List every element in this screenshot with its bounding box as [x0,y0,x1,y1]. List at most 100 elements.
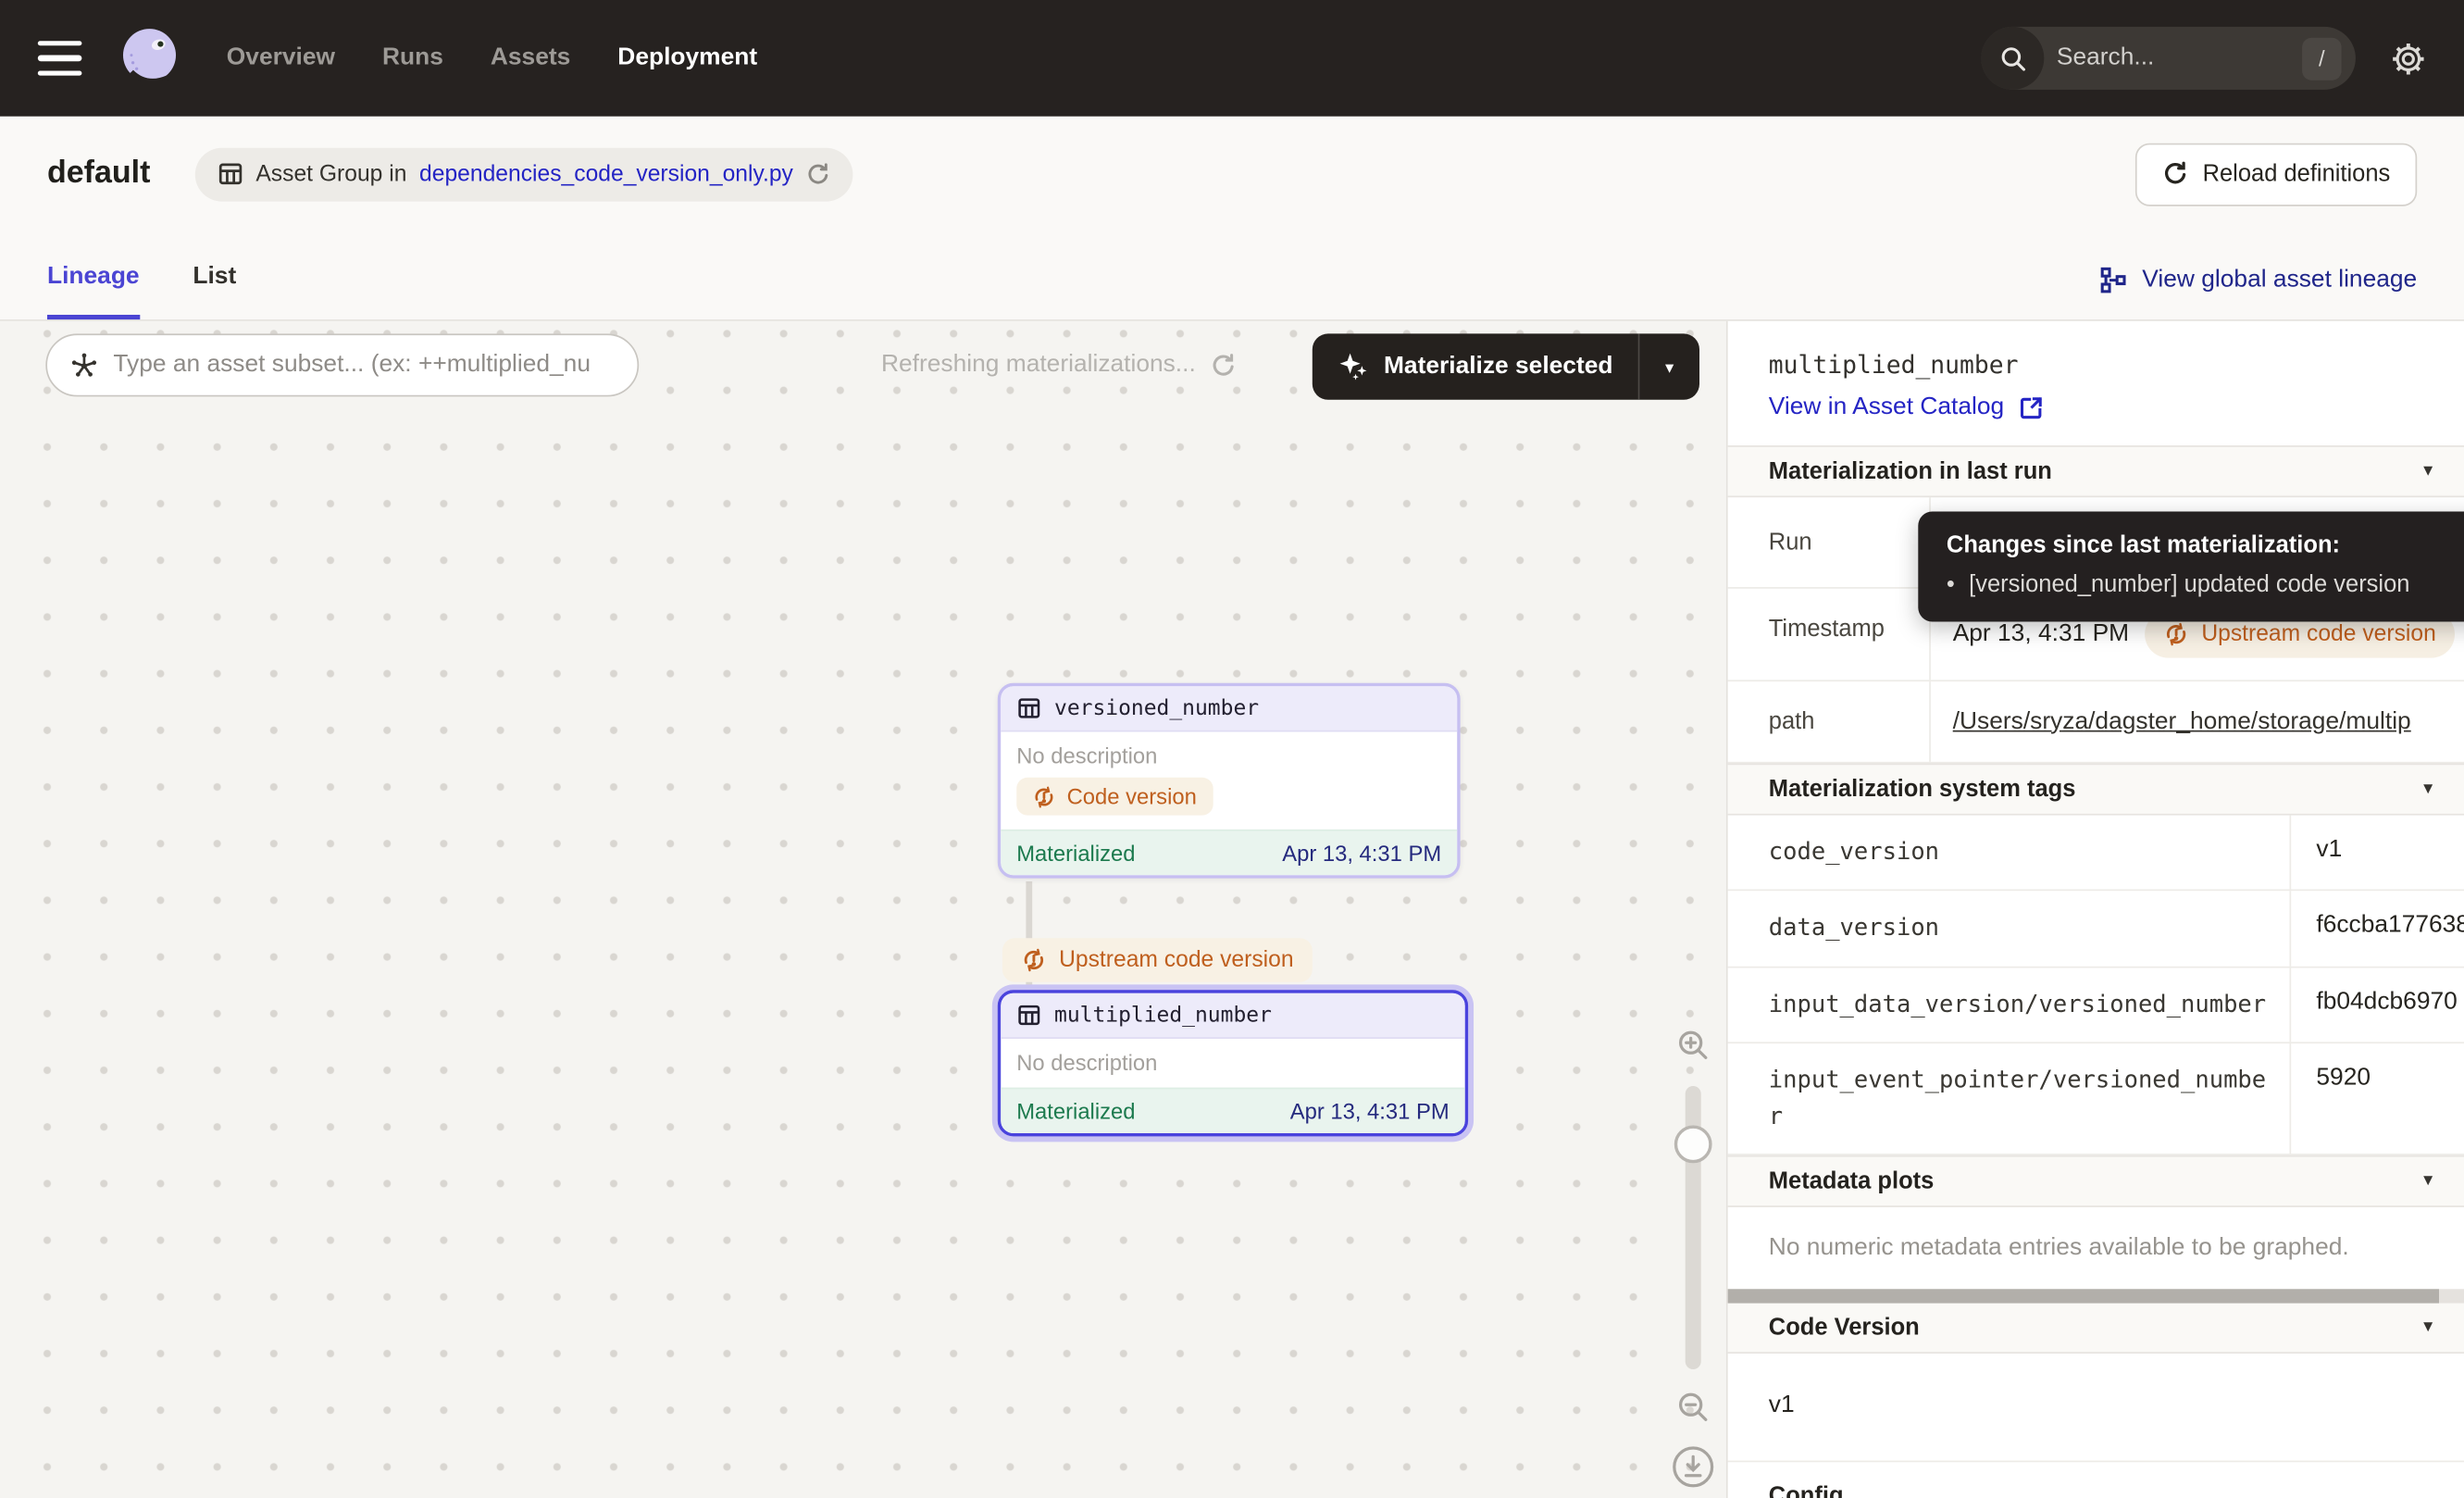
refreshing-status: Refreshing materializations... [881,321,1237,409]
tab-list[interactable]: List [193,263,236,319]
tooltip-item-text: [versioned_number] updated code version [1969,571,2409,598]
download-graph-icon[interactable] [1671,1445,1715,1490]
zoom-slider-handle[interactable] [1674,1126,1712,1164]
dagster-app: Overview Runs Assets Deployment Search..… [0,0,2464,1498]
timestamp-label: Timestamp [1728,589,1931,680]
section-materialization-in-last-run[interactable]: Materialization in last run ▼ [1728,445,2464,497]
horizontal-scrollbar-thumb[interactable] [1728,1290,2439,1304]
path-link[interactable]: /Users/sryza/dagster_home/storage/multip [1953,707,2411,736]
asset-details-panel: multiplied_number View in Asset Catalog … [1726,321,2464,1498]
section-materialization-system-tags[interactable]: Materialization system tags ▼ [1728,764,2464,816]
section-code-version[interactable]: Code Version ▼ [1728,1304,2464,1354]
changes-tooltip: Changes since last materialization: • [v… [1918,512,2464,622]
table-row: input_data_version/versioned_number fb04… [1728,967,2464,1043]
materialize-selected-button[interactable]: Materialize selected ▾ [1313,333,1699,399]
tooltip-title: Changes since last materialization: [1947,532,2464,559]
collapse-caret-icon[interactable]: ▼ [2420,1319,2436,1337]
zoom-out-icon[interactable] [1674,1388,1712,1426]
menu-icon[interactable] [38,41,82,76]
collapse-caret-icon[interactable]: ▼ [2420,780,2436,798]
asset-table-icon [1016,1003,1041,1028]
metadata-plots-empty-message: No numeric metadata entries available to… [1728,1207,2464,1284]
sparkle-icon [1338,351,1370,382]
page-header: default Asset Group in dependencies_code… [0,117,2464,231]
nav-item-assets[interactable]: Assets [491,44,570,73]
reload-icon [2161,160,2188,187]
settings-gear-icon[interactable] [2390,40,2426,76]
tag-key: data_version [1728,892,2292,966]
nav-item-deployment[interactable]: Deployment [617,44,757,73]
dagster-logo-icon[interactable] [113,22,185,94]
zoom-slider[interactable] [1686,1086,1701,1369]
section-config[interactable]: Config [1728,1463,2464,1498]
table-row: data_version f6ccba177638 [1728,892,2464,967]
tab-lineage[interactable]: Lineage [47,263,140,319]
asset-node-versioned-number[interactable]: versioned_number No description Code ver… [998,683,1461,878]
zoom-in-icon[interactable] [1674,1026,1712,1064]
upstream-code-version-label: Upstream code version [2201,622,2435,647]
nav-item-overview[interactable]: Overview [227,44,335,73]
tag-value: f6ccba177638 [2291,892,2464,966]
asset-subset-input[interactable]: Type an asset subset... (ex: ++multiplie… [45,333,639,396]
view-in-asset-catalog-link[interactable]: View in Asset Catalog [1769,393,2425,422]
search-input[interactable]: Search... / [1981,27,2356,90]
tag-key: code_version [1728,816,2292,890]
materialized-status: Materialized [1016,840,1135,865]
nav-item-runs[interactable]: Runs [382,44,443,73]
collapse-caret-icon[interactable]: ▼ [2420,1173,2436,1191]
sync-alert-icon [1032,784,1056,808]
main-area: Type an asset subset... (ex: ++multiplie… [0,321,2464,1498]
edge-badge-label: Upstream code version [1059,947,1293,972]
section-metadata-plots[interactable]: Metadata plots ▼ [1728,1155,2464,1207]
page-title: default [47,156,150,192]
view-global-asset-lineage-link[interactable]: View global asset lineage [2099,266,2417,319]
nav-links: Overview Runs Assets Deployment [227,44,757,73]
asset-node-description: No description [1001,1039,1465,1088]
zoom-controls [1659,1023,1726,1492]
refresh-icon[interactable] [1210,352,1237,379]
path-label: path [1728,681,1931,762]
materialize-dropdown-caret[interactable]: ▾ [1639,333,1699,399]
refresh-icon[interactable] [805,161,830,186]
search-shortcut-key: / [2302,37,2342,80]
asset-subset-placeholder: Type an asset subset... (ex: ++multiplie… [113,351,591,380]
selected-asset-title: multiplied_number [1769,351,2425,380]
view-tabs: Lineage List View global asset lineage [0,231,2464,321]
asset-table-icon [1016,695,1041,720]
search-placeholder: Search... [2044,44,2302,73]
asset-node-description: No description [1001,732,1457,775]
materialized-status: Materialized [1016,1099,1135,1124]
view-global-asset-lineage-label: View global asset lineage [2142,266,2417,294]
materialized-timestamp[interactable]: Apr 13, 4:31 PM [1290,1099,1450,1124]
code-version-value: v1 [1728,1354,2464,1462]
tag-value: v1 [2291,816,2464,890]
tag-value: 5920 [2291,1043,2464,1155]
materialized-timestamp[interactable]: Apr 13, 4:31 PM [1282,840,1441,865]
run-label: Run [1728,497,1931,587]
asset-graph-canvas[interactable]: Type an asset subset... (ex: ++multiplie… [0,321,1726,1498]
asset-node-multiplied-number[interactable]: multiplied_number No description Materia… [998,990,1468,1136]
tag-key: input_data_version/versioned_number [1728,967,2292,1042]
timestamp-value[interactable]: Apr 13, 4:31 PM [1953,620,2129,649]
tag-value: fb04dcb6970 [2291,967,2464,1042]
code-file-link[interactable]: dependencies_code_version_only.py [419,161,793,186]
section-label: Materialization in last run [1769,458,2052,485]
asset-group-badge: Asset Group in dependencies_code_version… [194,147,852,201]
sync-alert-icon [2164,622,2189,647]
path-row: path /Users/sryza/dagster_home/storage/m… [1728,681,2464,763]
sync-alert-icon [1021,947,1046,972]
materialize-selected-label: Materialize selected [1384,353,1613,381]
collapse-caret-icon[interactable]: ▼ [2420,463,2436,481]
section-label: Code Version [1769,1315,1920,1342]
external-link-icon [2018,395,2043,420]
horizontal-scrollbar [1728,1290,2464,1304]
asset-group-label: Asset Group in [255,161,406,186]
reload-definitions-label: Reload definitions [2203,160,2391,187]
lineage-graph-icon [2099,266,2128,294]
tag-key: input_event_pointer/versioned_number [1728,1043,2292,1155]
section-label: Materialization system tags [1769,776,2076,803]
asset-graph-icon [69,350,99,380]
view-in-asset-catalog-label: View in Asset Catalog [1769,393,2004,422]
reload-definitions-button[interactable]: Reload definitions [2134,143,2417,206]
asset-table-icon [217,160,243,187]
